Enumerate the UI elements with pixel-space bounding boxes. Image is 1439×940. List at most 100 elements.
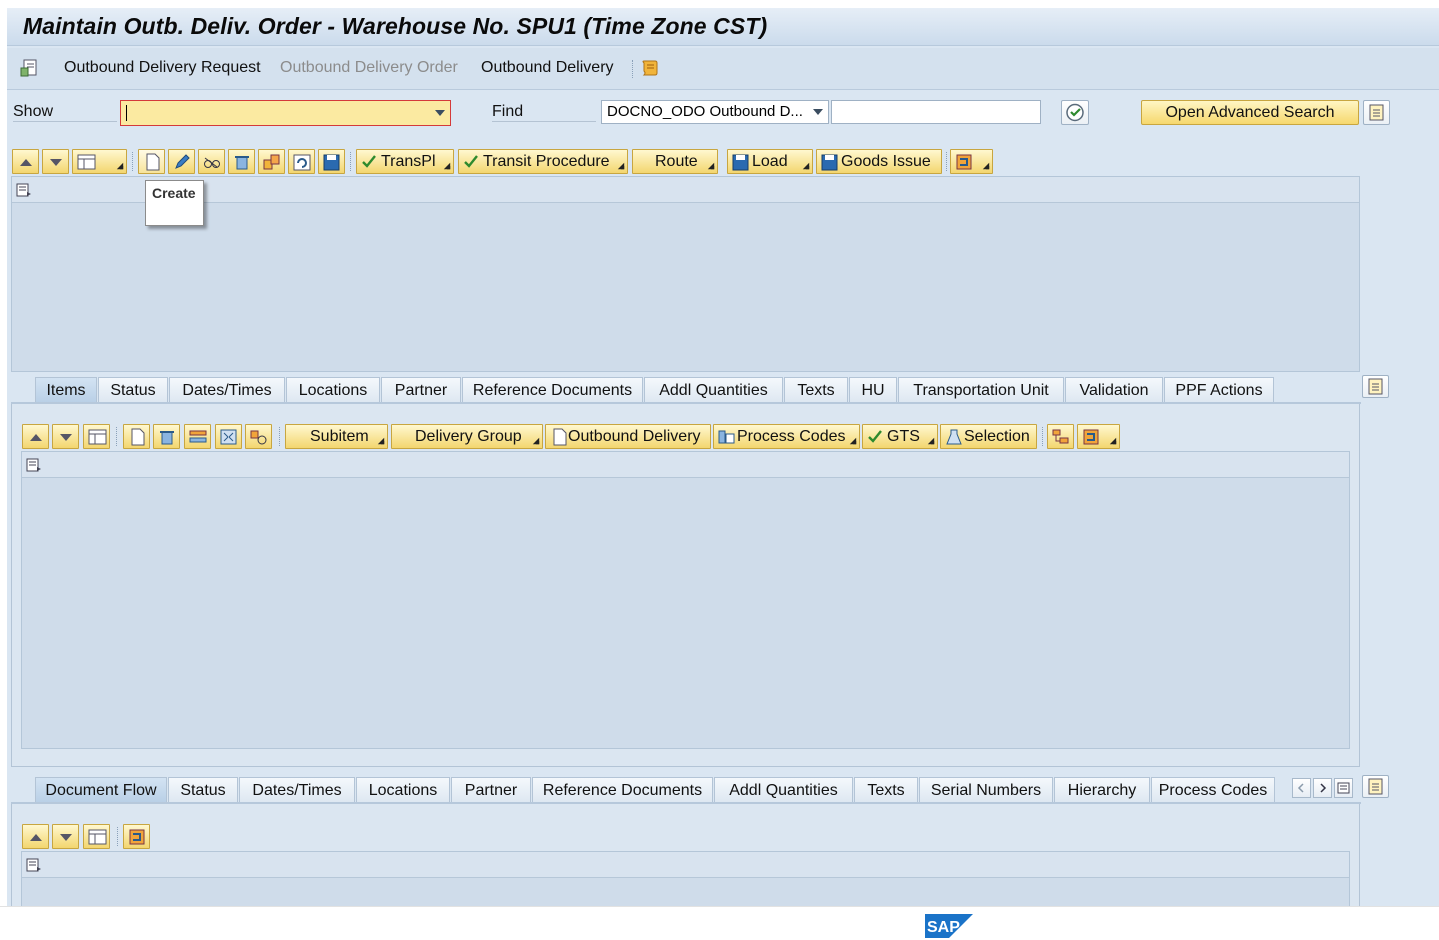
floppy-icon — [732, 154, 749, 171]
page-title: Maintain Outb. Deliv. Order - Warehouse … — [23, 13, 768, 39]
layout-button[interactable] — [83, 424, 110, 449]
more-actions-button[interactable] — [950, 149, 993, 174]
tab-scroll-left-button[interactable] — [1292, 778, 1311, 798]
items-alv-toolbar: Subitem Delivery Group Outbound Delivery… — [22, 424, 1122, 449]
subitem-button[interactable]: Subitem — [285, 424, 388, 449]
grid-header-row — [12, 177, 1359, 203]
show-dropdown[interactable] — [120, 100, 451, 126]
tab-partner[interactable]: Partner — [381, 377, 461, 403]
save-button[interactable] — [318, 149, 345, 174]
tab-reference-documents[interactable]: Reference Documents — [532, 777, 713, 803]
tab-hierarchy[interactable]: Hierarchy — [1054, 777, 1150, 803]
tab-dates-times[interactable]: Dates/Times — [169, 377, 285, 403]
find-input[interactable] — [831, 100, 1041, 124]
copy-icon — [263, 154, 280, 170]
new-document-icon — [146, 153, 160, 171]
tab-addl-quantities[interactable]: Addl Quantities — [644, 377, 783, 403]
assign-button[interactable] — [245, 424, 272, 449]
expand-icon — [220, 429, 237, 445]
delete-item-button[interactable] — [153, 424, 180, 449]
chevron-down-icon[interactable] — [813, 109, 823, 115]
load-button[interactable]: Load — [727, 149, 813, 174]
hierarchy-button[interactable] — [1047, 424, 1074, 449]
svg-text:SAP: SAP — [927, 919, 960, 936]
selection-button[interactable]: Selection — [940, 424, 1037, 449]
select-layout-icon[interactable] — [25, 856, 43, 874]
tab-validation[interactable]: Validation — [1065, 377, 1163, 403]
tab-reference-documents[interactable]: Reference Documents — [462, 377, 643, 403]
select-layout-icon[interactable] — [15, 181, 33, 199]
tab-document-flow[interactable]: Document Flow — [35, 777, 167, 803]
tab-addl-quantities[interactable]: Addl Quantities — [714, 777, 853, 803]
execute-search-button[interactable] — [1061, 100, 1089, 125]
tab-scroll-right-button[interactable] — [1313, 778, 1332, 798]
goods-issue-button[interactable]: Goods Issue — [816, 149, 942, 174]
tab-texts[interactable]: Texts — [784, 377, 848, 403]
new-document-icon — [553, 428, 567, 446]
toolbar-separator — [946, 152, 947, 171]
tab-texts[interactable]: Texts — [854, 777, 918, 803]
show-label: Show — [13, 103, 117, 122]
document-action-button[interactable] — [123, 824, 150, 849]
header-alv-toolbar: TransPl Transit Procedure Route Load Goo… — [12, 149, 1002, 174]
tab-process-codes[interactable]: Process Codes — [1151, 777, 1275, 803]
create-button[interactable] — [138, 149, 165, 174]
delete-button[interactable] — [228, 149, 255, 174]
header-grid — [11, 176, 1360, 372]
tab-list-icon — [1337, 782, 1350, 794]
personalize-icon[interactable] — [1362, 775, 1389, 798]
gts-button[interactable]: GTS — [862, 424, 938, 449]
tab-status[interactable]: Status — [168, 777, 238, 803]
tab-dates-times[interactable]: Dates/Times — [239, 777, 355, 803]
process-icon — [718, 430, 735, 444]
triangle-up-icon — [30, 834, 42, 841]
triangle-down-icon — [60, 434, 72, 441]
create-item-button[interactable] — [123, 424, 150, 449]
tab-navigation — [1292, 778, 1356, 798]
split-button[interactable] — [184, 424, 211, 449]
outbound-delivery-request-link[interactable]: Outbound Delivery Request — [64, 59, 261, 77]
tab-partner[interactable]: Partner — [451, 777, 531, 803]
select-layout-icon[interactable] — [25, 456, 43, 474]
refresh-button[interactable] — [288, 149, 315, 174]
delivery-group-button[interactable]: Delivery Group — [391, 424, 543, 449]
outbound-delivery-link[interactable]: Outbound Delivery — [481, 59, 614, 77]
open-advanced-search-button[interactable]: Open Advanced Search — [1141, 100, 1359, 125]
route-button[interactable]: Route — [632, 149, 718, 174]
display-change-button[interactable] — [198, 149, 225, 174]
move-down-button[interactable] — [52, 424, 79, 449]
main-window: Maintain Outb. Deliv. Order - Warehouse … — [7, 8, 1439, 906]
more-item-actions-button[interactable] — [1077, 424, 1120, 449]
copy-button[interactable] — [258, 149, 285, 174]
tab-serial-numbers[interactable]: Serial Numbers — [919, 777, 1053, 803]
scroll-icon[interactable] — [640, 58, 660, 78]
layout-menu-button[interactable] — [72, 149, 127, 174]
tab-locations[interactable]: Locations — [356, 777, 450, 803]
tab-list-button[interactable] — [1334, 778, 1353, 798]
transpl-button[interactable]: TransPl — [356, 149, 454, 174]
move-up-button[interactable] — [22, 824, 49, 849]
tab-transportation-unit[interactable]: Transportation Unit — [898, 377, 1064, 403]
move-down-button[interactable] — [52, 824, 79, 849]
tab-locations[interactable]: Locations — [286, 377, 380, 403]
transit-procedure-button[interactable]: Transit Procedure — [458, 149, 628, 174]
title-bar: Maintain Outb. Deliv. Order - Warehouse … — [7, 8, 1439, 46]
personalize-icon[interactable] — [1362, 375, 1389, 398]
process-codes-button[interactable]: Process Codes — [713, 424, 860, 449]
chevron-down-icon[interactable] — [435, 110, 445, 116]
tab-status[interactable]: Status — [98, 377, 168, 403]
layout-button[interactable] — [83, 824, 110, 849]
display-change-icon[interactable] — [19, 58, 39, 78]
expand-button[interactable] — [215, 424, 242, 449]
tab-hu[interactable]: HU — [849, 377, 897, 403]
tab-items[interactable]: Items — [35, 377, 97, 403]
find-dropdown[interactable]: DOCNO_ODO Outbound D... — [601, 100, 829, 124]
outbound-delivery-button[interactable]: Outbound Delivery — [545, 424, 711, 449]
move-up-button[interactable] — [22, 424, 49, 449]
layout-icon — [77, 154, 96, 170]
move-up-button[interactable] — [12, 149, 39, 174]
tab-ppf-actions[interactable]: PPF Actions — [1164, 377, 1274, 403]
personalize-icon[interactable] — [1363, 100, 1390, 125]
edit-button[interactable] — [168, 149, 195, 174]
move-down-button[interactable] — [42, 149, 69, 174]
